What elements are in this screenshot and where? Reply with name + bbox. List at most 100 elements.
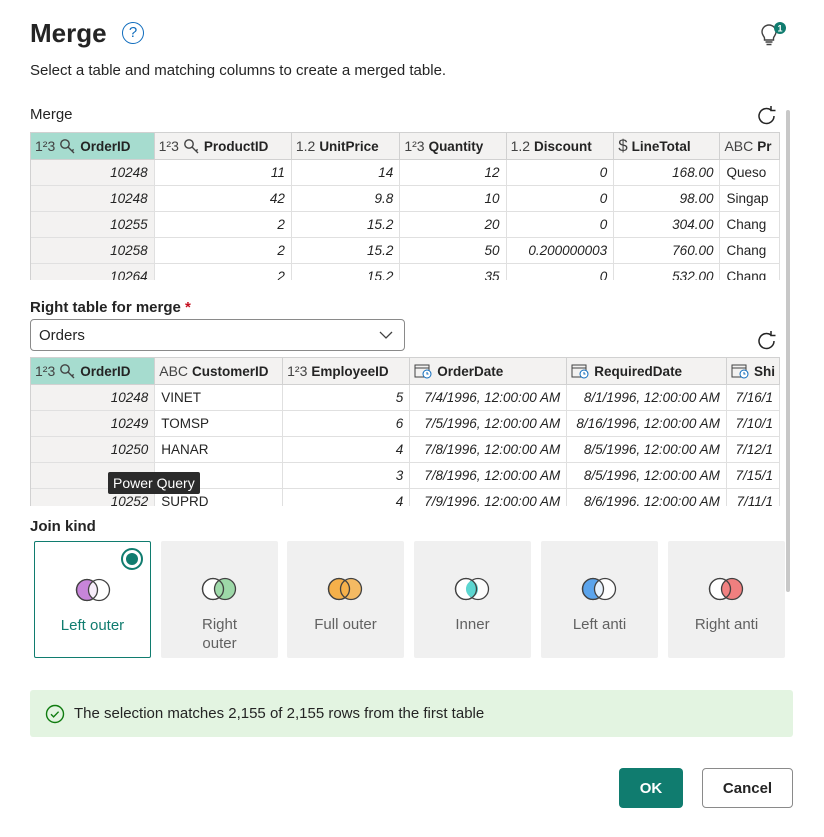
join-option-label: Right anti	[694, 616, 759, 633]
table-cell: 0	[506, 263, 615, 280]
key-icon	[183, 138, 199, 154]
cancel-button[interactable]: Cancel	[702, 768, 793, 808]
right-header-customerid[interactable]: ABC CustomerID	[154, 358, 284, 385]
column-type-icon: 1²3	[404, 137, 425, 154]
right-table-label: Right table for merge *	[30, 299, 191, 316]
table-cell: 0.200000003	[506, 237, 615, 264]
column-type-icon: ABC	[159, 362, 189, 379]
table-cell: 0	[506, 211, 615, 238]
join-option-right-anti[interactable]: Right anti	[668, 541, 785, 658]
right-header-shi[interactable]: Shi	[726, 358, 780, 385]
right-header-employeeid[interactable]: 1²3 EmployeeID	[282, 358, 411, 385]
table-cell: TOMSP	[154, 410, 284, 437]
merge-header-unitprice[interactable]: 1.2 UnitPrice	[291, 133, 401, 160]
table-cell: 15.2	[291, 211, 401, 238]
join-option-inner[interactable]: Inner	[414, 541, 531, 658]
table-cell: 10255	[31, 211, 155, 238]
column-name: ProductID	[203, 138, 269, 154]
table-cell: 4	[282, 488, 411, 506]
question-circle-icon[interactable]: ?	[122, 22, 144, 44]
table-cell: 7/9/1996, 12:00:00 AM	[409, 488, 568, 506]
right-table-dropdown[interactable]: Orders	[30, 319, 405, 351]
table-cell: Chang	[719, 211, 780, 238]
table-cell: Singap	[719, 185, 780, 212]
calendar-clock-icon	[414, 364, 432, 379]
chevron-down-icon	[379, 331, 393, 339]
venn-diagram-icon	[327, 577, 363, 601]
column-type-icon: ABC	[724, 137, 754, 154]
table-cell: 50	[399, 237, 507, 264]
refresh-icon[interactable]	[755, 329, 779, 353]
table-cell: 10248	[31, 185, 155, 212]
venn-diagram-icon	[75, 578, 111, 602]
status-text: The selection matches 2,155 of 2,155 row…	[74, 705, 485, 722]
table-cell: 2	[154, 211, 292, 238]
merge-header-productid[interactable]: 1²3 ProductID	[154, 133, 292, 160]
right-header-requireddate[interactable]: RequiredDate	[566, 358, 727, 385]
table-cell: Queso	[719, 159, 780, 186]
join-option-left-outer[interactable]: Left outer	[34, 541, 151, 658]
column-type-icon: 1.2	[510, 137, 531, 154]
venn-diagram-icon	[581, 577, 617, 601]
table-row: 10255 2 15.2 20 0 304.00 Chang	[31, 211, 780, 238]
table-cell: 4	[282, 436, 411, 463]
join-option-full-outer[interactable]: Full outer	[287, 541, 404, 658]
refresh-icon[interactable]	[755, 104, 779, 128]
column-type-icon: 1.2	[295, 137, 316, 154]
table-cell: 12	[399, 159, 507, 186]
right-header-orderid[interactable]: 1²3 OrderID	[31, 358, 156, 385]
table-cell: 10249	[31, 410, 156, 437]
scrollbar[interactable]	[786, 110, 790, 592]
column-name: UnitPrice	[319, 138, 379, 154]
merge-section-label: Merge	[30, 106, 73, 123]
table-cell: VINET	[154, 384, 284, 411]
table-cell: 42	[154, 185, 292, 212]
merge-header-discount[interactable]: 1.2 Discount	[506, 133, 615, 160]
table-cell: 7/10/1	[726, 410, 780, 437]
column-type-icon: 1²3	[287, 362, 308, 379]
table-cell: 14	[291, 159, 401, 186]
table-row: 10248 VINET 5 7/4/1996, 12:00:00 AM 8/1/1996…	[31, 384, 780, 411]
table-cell: Chang	[719, 263, 780, 280]
table-cell: 7/8/1996, 12:00:00 AM	[409, 462, 568, 489]
dialog-title: Merge	[30, 18, 107, 48]
table-row: 10258 2 15.2 50 0.200000003 760.00 Chang	[31, 237, 780, 264]
column-name: OrderID	[80, 363, 131, 379]
right-table-selected: Orders	[39, 327, 85, 344]
merge-header-orderid[interactable]: 1²3 OrderID	[31, 133, 155, 160]
right-header-orderdate[interactable]: OrderDate	[409, 358, 568, 385]
column-type-icon: 1²3	[35, 137, 56, 154]
column-type-icon: 1²3	[35, 362, 56, 379]
table-cell: 15.2	[291, 237, 401, 264]
currency-type-icon: $	[618, 135, 628, 155]
join-kind-label: Join kind	[30, 518, 96, 535]
table-cell: 2	[154, 237, 292, 264]
merge-header-pr[interactable]: ABC Pr	[719, 133, 780, 160]
merge-header-linetotal[interactable]: $ LineTotal	[613, 133, 721, 160]
column-name: Quantity	[428, 138, 484, 154]
table-cell: 6	[282, 410, 411, 437]
table-cell: 98.00	[613, 185, 721, 212]
ok-button[interactable]: OK	[619, 768, 683, 808]
table-cell: 7/5/1996, 12:00:00 AM	[409, 410, 568, 437]
table-cell: 8/5/1996, 12:00:00 AM	[566, 462, 727, 489]
selected-radio-icon	[121, 548, 143, 570]
table-cell: 11	[154, 159, 292, 186]
table-cell: 10248	[31, 159, 155, 186]
lightbulb-icon[interactable]: 1	[758, 20, 788, 48]
table-cell: 168.00	[613, 159, 721, 186]
table-cell: 20	[399, 211, 507, 238]
join-option-label: Full outer	[314, 616, 377, 633]
join-option-label: Inner	[455, 616, 490, 633]
merge-header-quantity[interactable]: 1²3 Quantity	[399, 133, 507, 160]
table-cell: 7/15/1	[726, 462, 780, 489]
table-cell: 9.8	[291, 185, 401, 212]
table-cell: 7/12/1	[726, 436, 780, 463]
column-name: OrderID	[80, 138, 131, 154]
join-option-label: Right outer	[201, 616, 238, 652]
table-cell: 2	[154, 263, 292, 280]
table-cell: 15.2	[291, 263, 401, 280]
table-cell: 8/5/1996, 12:00:00 AM	[566, 436, 727, 463]
join-option-right-outer[interactable]: Right outer	[161, 541, 278, 658]
join-option-left-anti[interactable]: Left anti	[541, 541, 658, 658]
